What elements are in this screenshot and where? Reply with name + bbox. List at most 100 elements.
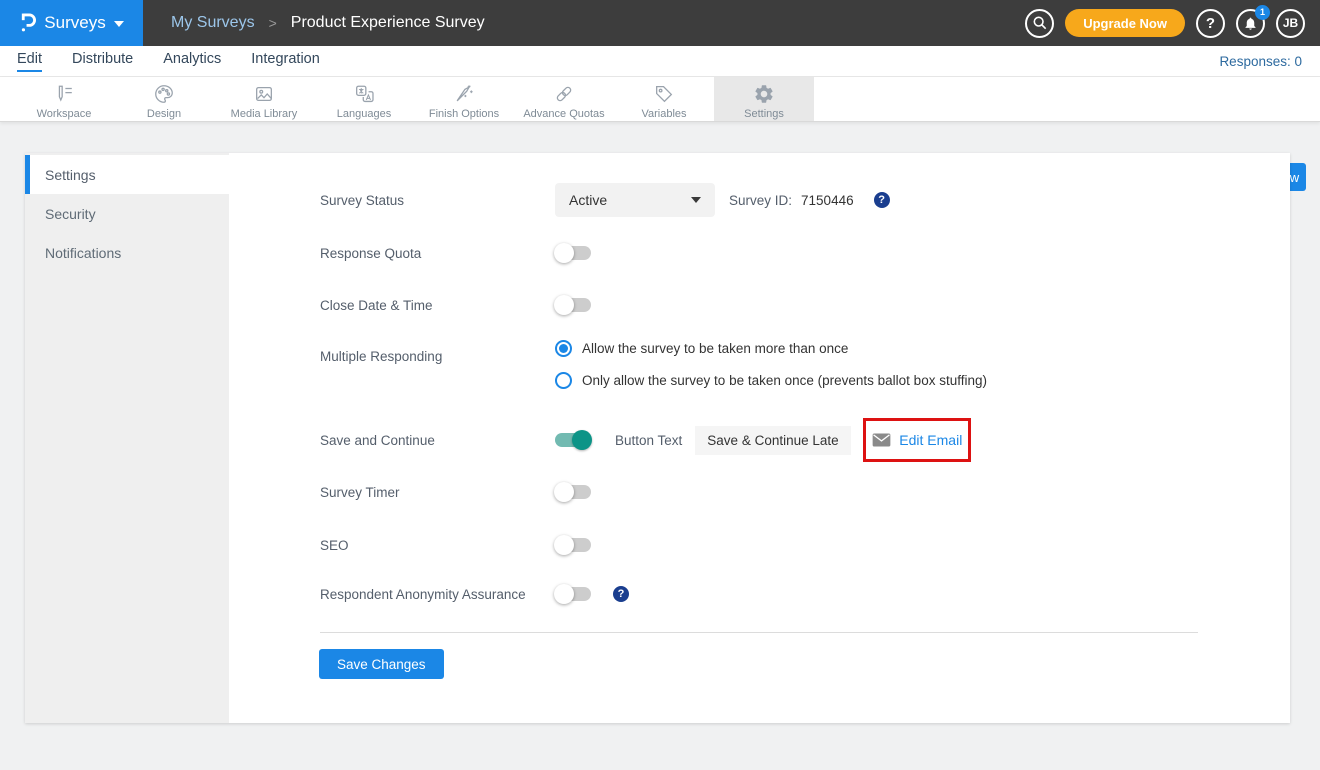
toolbar-item-advance-quotas[interactable]: Advance Quotas bbox=[514, 77, 614, 121]
respondent-anonymity-toggle[interactable] bbox=[555, 587, 591, 601]
toggle-knob bbox=[554, 584, 574, 604]
radio-allow-once[interactable]: Only allow the survey to be taken once (… bbox=[555, 372, 987, 389]
toolbar-item-media-library[interactable]: Media Library bbox=[214, 77, 314, 121]
toggle-knob bbox=[554, 295, 574, 315]
toolbar-item-label: Finish Options bbox=[429, 108, 499, 120]
response-quota-label: Response Quota bbox=[320, 246, 555, 261]
bell-icon bbox=[1243, 16, 1258, 31]
radio-allow-multiple[interactable]: Allow the survey to be taken more than o… bbox=[555, 340, 987, 357]
search-button[interactable] bbox=[1025, 9, 1054, 38]
chevron-down-icon bbox=[691, 197, 701, 203]
seo-toggle[interactable] bbox=[555, 538, 591, 552]
survey-status-row: Survey Status Active Survey ID: 7150446 … bbox=[320, 183, 1250, 217]
toggle-knob bbox=[572, 430, 592, 450]
toolbar-item-design[interactable]: Design bbox=[114, 77, 214, 121]
sidebar-item-security[interactable]: Security bbox=[25, 194, 229, 233]
responses-count: Responses: 0 bbox=[1219, 54, 1320, 69]
edit-email-highlight[interactable]: Edit Email bbox=[863, 418, 971, 462]
questionpro-logo bbox=[19, 11, 36, 35]
tab-analytics[interactable]: Analytics bbox=[163, 51, 221, 72]
upgrade-now-button[interactable]: Upgrade Now bbox=[1065, 9, 1185, 37]
toggle-knob bbox=[554, 482, 574, 502]
workspace-icon bbox=[53, 83, 75, 105]
save-and-continue-toggle[interactable] bbox=[555, 433, 591, 447]
breadcrumb-parent[interactable]: My Surveys bbox=[171, 14, 255, 32]
form-divider bbox=[320, 632, 1198, 633]
settings-sidebar: Settings Security Notifications bbox=[25, 153, 229, 723]
close-date-time-row: Close Date & Time bbox=[320, 288, 1250, 322]
survey-id-value: 7150446 bbox=[801, 193, 854, 208]
close-date-time-toggle[interactable] bbox=[555, 298, 591, 312]
radio-icon bbox=[555, 372, 572, 389]
survey-id-help-icon[interactable]: ? bbox=[874, 192, 890, 208]
toolbar-item-settings[interactable]: Settings bbox=[714, 77, 814, 121]
toggle-knob bbox=[554, 243, 574, 263]
response-quota-row: Response Quota bbox=[320, 236, 1250, 270]
multiple-responding-options: Allow the survey to be taken more than o… bbox=[555, 340, 987, 389]
search-icon bbox=[1032, 15, 1048, 31]
settings-panel: Settings Security Notifications Survey S… bbox=[25, 153, 1290, 723]
variables-icon bbox=[653, 83, 675, 105]
survey-status-value: Active bbox=[569, 192, 607, 208]
chevron-down-icon bbox=[114, 21, 124, 27]
button-text-input[interactable] bbox=[695, 426, 851, 455]
help-glyph: ? bbox=[1206, 15, 1215, 32]
help-button[interactable]: ? bbox=[1196, 9, 1225, 38]
toolbar-items: Workspace Design Media Library bbox=[14, 77, 814, 121]
radio-label: Only allow the survey to be taken once (… bbox=[582, 373, 987, 388]
app-menu-label: Surveys bbox=[44, 13, 105, 33]
avatar[interactable]: JB bbox=[1276, 9, 1305, 38]
email-icon bbox=[872, 433, 891, 447]
languages-icon bbox=[353, 83, 375, 105]
top-bar: Surveys My Surveys > Product Experience … bbox=[0, 0, 1320, 46]
respondent-anonymity-label: Respondent Anonymity Assurance bbox=[320, 587, 555, 602]
sidebar-item-notifications[interactable]: Notifications bbox=[25, 233, 229, 272]
survey-id-label: Survey ID: bbox=[729, 193, 792, 208]
save-changes-button[interactable]: Save Changes bbox=[319, 649, 444, 679]
nav-tabs: Edit Distribute Analytics Integration bbox=[17, 51, 320, 72]
toggle-knob bbox=[554, 535, 574, 555]
toolbar-item-finish-options[interactable]: Finish Options bbox=[414, 77, 514, 121]
radio-icon bbox=[555, 340, 572, 357]
breadcrumb: My Surveys > Product Experience Survey bbox=[171, 14, 485, 32]
sidebar-item-label: Notifications bbox=[45, 245, 121, 261]
respondent-anonymity-help-icon[interactable]: ? bbox=[613, 586, 629, 602]
radio-label: Allow the survey to be taken more than o… bbox=[582, 341, 848, 356]
survey-timer-label: Survey Timer bbox=[320, 485, 555, 500]
toolbar-item-label: Advance Quotas bbox=[523, 108, 604, 120]
sidebar-item-label: Security bbox=[45, 206, 96, 222]
save-and-continue-label: Save and Continue bbox=[320, 433, 555, 448]
seo-row: SEO bbox=[320, 528, 1250, 562]
survey-status-dropdown[interactable]: Active bbox=[555, 183, 715, 217]
response-quota-toggle[interactable] bbox=[555, 246, 591, 260]
multiple-responding-label: Multiple Responding bbox=[320, 349, 555, 364]
edit-email-link: Edit Email bbox=[899, 432, 962, 448]
toolbar-item-languages[interactable]: Languages bbox=[314, 77, 414, 121]
toolbar-item-label: Design bbox=[147, 108, 181, 120]
multiple-responding-row: Multiple Responding Allow the survey to … bbox=[320, 340, 1250, 406]
button-text-label: Button Text bbox=[615, 433, 682, 448]
tab-edit[interactable]: Edit bbox=[17, 51, 42, 72]
toolbar-item-label: Variables bbox=[641, 108, 686, 120]
sidebar-item-settings[interactable]: Settings bbox=[25, 155, 229, 194]
tab-integration[interactable]: Integration bbox=[251, 51, 320, 72]
media-library-icon bbox=[253, 83, 275, 105]
toolbar-item-label: Media Library bbox=[231, 108, 298, 120]
settings-gear-icon bbox=[753, 83, 775, 105]
toolbar-item-variables[interactable]: Variables bbox=[614, 77, 714, 121]
edit-toolbar: Workspace Design Media Library bbox=[0, 77, 1320, 122]
close-date-time-label: Close Date & Time bbox=[320, 298, 555, 313]
survey-timer-toggle[interactable] bbox=[555, 485, 591, 499]
toolbar-item-label: Languages bbox=[337, 108, 391, 120]
toolbar-item-label: Workspace bbox=[37, 108, 92, 120]
topbar-actions: Upgrade Now ? 1 JB bbox=[1025, 9, 1320, 38]
notifications-button[interactable]: 1 bbox=[1236, 9, 1265, 38]
app-menu[interactable]: Surveys bbox=[0, 0, 143, 46]
finish-options-icon bbox=[453, 83, 475, 105]
notification-badge: 1 bbox=[1255, 5, 1270, 20]
toolbar-item-workspace[interactable]: Workspace bbox=[14, 77, 114, 121]
tab-distribute[interactable]: Distribute bbox=[72, 51, 133, 72]
sidebar-item-label: Settings bbox=[45, 167, 96, 183]
respondent-anonymity-row: Respondent Anonymity Assurance ? bbox=[320, 577, 1250, 611]
survey-status-label: Survey Status bbox=[320, 193, 555, 208]
